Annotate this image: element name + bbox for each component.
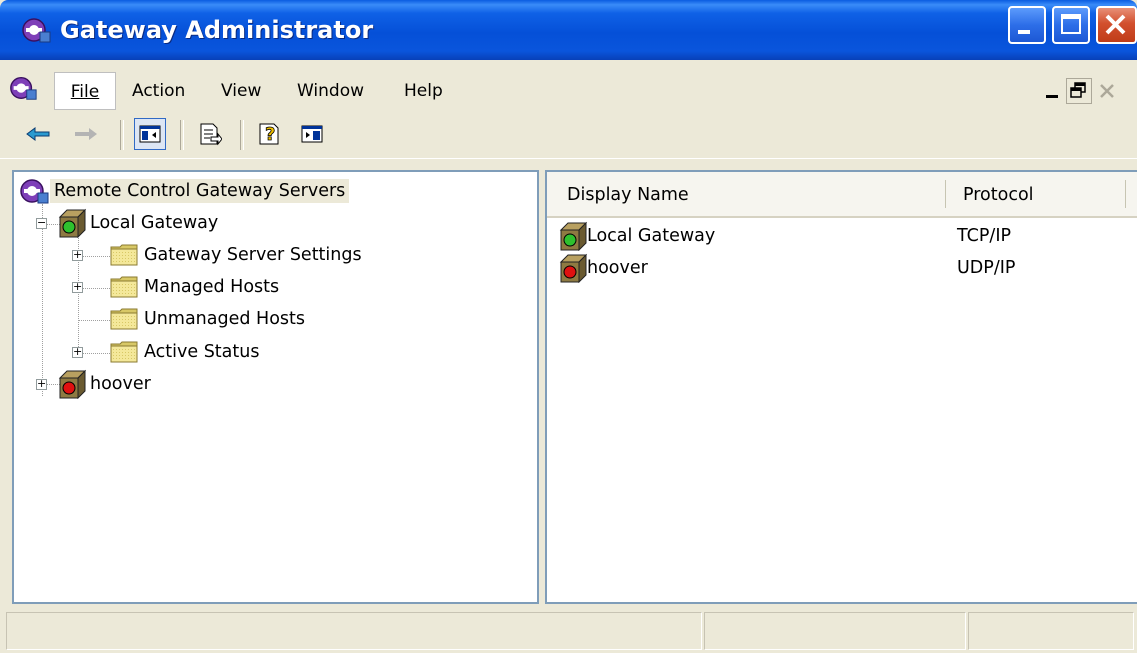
tree-node-hoover[interactable]: hoover — [56, 369, 155, 399]
list-item-protocol: TCP/IP — [957, 226, 1012, 246]
tree-root[interactable]: Remote Control Gateway Servers — [18, 176, 350, 206]
column-separator[interactable] — [945, 180, 946, 208]
tree-node-gateway-server-settings[interactable]: Gateway Server Settings — [110, 240, 366, 270]
folder-icon — [110, 340, 140, 364]
tree-node-label: hoover — [90, 374, 151, 394]
menu-bar: File Action View Window Help — [0, 66, 1137, 112]
close-icon — [1105, 14, 1126, 35]
tree-node-local-gateway[interactable]: Local Gateway — [56, 208, 222, 238]
tree-node-label: Active Status — [144, 342, 260, 362]
list-item-hoover[interactable]: hoover — [557, 253, 648, 283]
maximize-icon — [1061, 14, 1081, 34]
tree-line — [78, 320, 110, 321]
menu-file[interactable]: File — [54, 72, 116, 110]
toolbar-divider — [0, 158, 1137, 167]
tree-node-label: Unmanaged Hosts — [144, 309, 305, 329]
menu-help[interactable]: Help — [404, 79, 443, 103]
minimize-icon — [1018, 30, 1030, 34]
export-list-icon — [200, 123, 222, 146]
svg-text:?: ? — [265, 124, 275, 145]
expand-icon[interactable]: + — [72, 281, 83, 293]
status-bar — [0, 608, 1137, 653]
list-item-name: hoover — [587, 258, 648, 278]
tree-line — [42, 204, 43, 396]
menu-help-label: Help — [404, 81, 443, 101]
gateway-admin-icon — [20, 16, 52, 44]
maximize-button[interactable] — [1052, 6, 1090, 44]
toolbar-separator — [180, 120, 184, 150]
tree-node-label: Managed Hosts — [144, 277, 280, 297]
menu-action[interactable]: Action — [132, 79, 185, 103]
help-button[interactable]: ? — [254, 118, 286, 150]
menu-action-label: Action — [132, 81, 186, 101]
menu-file-label: File — [70, 82, 100, 102]
expand-icon[interactable]: + — [72, 346, 83, 358]
tree-node-label: Local Gateway — [90, 213, 219, 233]
collapse-icon[interactable]: − — [36, 217, 47, 229]
gateway-offline-icon — [557, 253, 587, 283]
tree-node-label: Gateway Server Settings — [144, 245, 362, 265]
export-list-button[interactable] — [194, 118, 226, 150]
window-title: Gateway Administrator — [60, 16, 374, 44]
gateway-servers-icon — [18, 177, 50, 205]
list-item-local-gateway[interactable]: Local Gateway — [557, 221, 715, 251]
menu-view-label: View — [221, 81, 262, 101]
menu-window-label: Window — [297, 81, 365, 101]
child-restore-icon[interactable] — [1066, 78, 1092, 104]
show-hide-action-pane-button[interactable] — [296, 118, 328, 150]
tree-node-active-status[interactable]: Active Status — [110, 337, 263, 367]
column-header-display-name[interactable]: Display Name — [567, 172, 689, 216]
close-button[interactable] — [1096, 6, 1137, 44]
tree-node-unmanaged-hosts[interactable]: Unmanaged Hosts — [110, 304, 309, 334]
list-item-protocol: UDP/IP — [957, 258, 1016, 278]
details-list[interactable]: Display Name Protocol Local Gateway TCP/… — [545, 170, 1137, 604]
gateway-online-icon — [557, 221, 587, 251]
folder-icon — [110, 307, 140, 331]
child-close-icon[interactable] — [1094, 78, 1120, 104]
toolbar: ? — [0, 112, 1137, 158]
forward-button[interactable] — [70, 118, 102, 150]
status-cell — [6, 612, 702, 650]
minimize-button[interactable] — [1008, 6, 1046, 44]
tree-root-label: Remote Control Gateway Servers — [50, 179, 350, 203]
back-button[interactable] — [22, 118, 54, 150]
expand-icon[interactable]: + — [36, 378, 47, 390]
show-hide-console-tree-button[interactable] — [134, 118, 166, 150]
toolbar-separator — [120, 120, 124, 150]
menu-view[interactable]: View — [221, 79, 261, 103]
help-icon: ? — [259, 123, 279, 145]
column-separator[interactable] — [1125, 180, 1126, 208]
status-cell — [968, 612, 1134, 650]
document-system-icon[interactable] — [8, 74, 38, 102]
show-hide-console-tree-icon — [139, 125, 161, 143]
forward-arrow-icon — [75, 128, 97, 140]
folder-icon — [110, 243, 140, 267]
list-item-name: Local Gateway — [587, 226, 716, 246]
toolbar-separator — [240, 120, 244, 150]
tree-node-managed-hosts[interactable]: Managed Hosts — [110, 272, 283, 302]
title-bar[interactable]: Gateway Administrator — [0, 0, 1137, 60]
gateway-online-icon — [56, 208, 86, 238]
folder-icon — [110, 275, 140, 299]
show-hide-action-pane-icon — [301, 125, 323, 143]
list-header: Display Name Protocol — [547, 172, 1137, 218]
expand-icon[interactable]: + — [72, 249, 83, 261]
menu-window[interactable]: Window — [297, 79, 364, 103]
column-header-protocol[interactable]: Protocol — [963, 172, 1034, 216]
back-arrow-icon — [26, 127, 50, 141]
console-tree[interactable]: Remote Control Gateway Servers − Local G… — [12, 170, 539, 604]
gateway-offline-icon — [56, 369, 86, 399]
status-cell — [704, 612, 966, 650]
child-minimize-icon[interactable] — [1040, 78, 1066, 104]
